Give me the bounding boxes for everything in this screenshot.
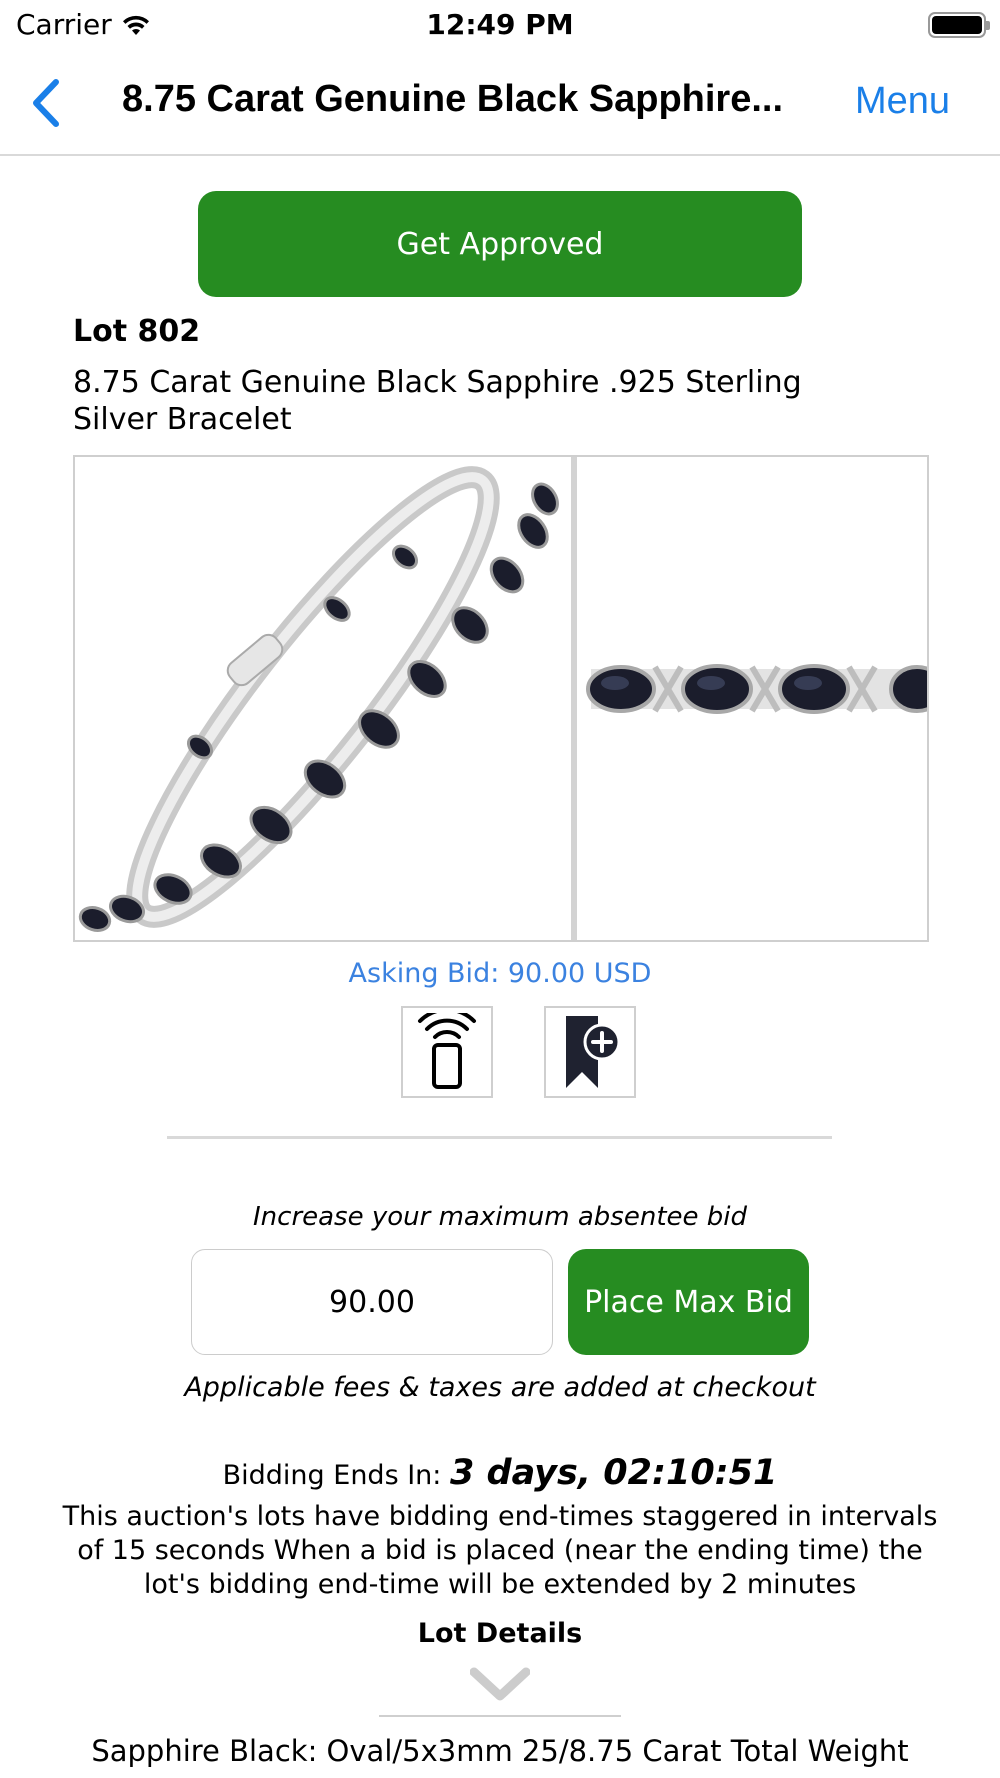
navigation-bar: 8.75 Carat Genuine Black Sapphire... Men… <box>0 52 1000 156</box>
bracelet-closeup-illustration <box>586 664 927 714</box>
lot-number: Lot 802 <box>73 314 201 349</box>
lot-details-text: Sapphire Black: Oval/5x3mm 25/8.75 Carat… <box>91 1734 909 1768</box>
countdown-timer: 3 days, 02:10:51 <box>450 1453 778 1493</box>
divider <box>379 1715 621 1717</box>
menu-button[interactable]: Menu <box>855 80 950 123</box>
back-button[interactable] <box>22 74 72 132</box>
image-gallery <box>73 455 929 942</box>
stagger-note: This auction's lots have bidding end-tim… <box>62 1501 938 1600</box>
fees-note: Applicable fees & taxes are added at che… <box>184 1372 816 1403</box>
remote-bid-button[interactable] <box>401 1006 493 1098</box>
chevron-down-icon <box>469 1667 531 1701</box>
get-approved-button[interactable]: Get Approved <box>198 191 802 297</box>
battery-icon <box>928 12 990 38</box>
asking-bid: Asking Bid: 90.00 USD <box>348 958 652 989</box>
absentee-bid-label: Increase your maximum absentee bid <box>253 1202 747 1232</box>
clock: 12:49 PM <box>426 8 574 41</box>
place-max-bid-button[interactable]: Place Max Bid <box>568 1249 809 1355</box>
bracelet-closeup-photo[interactable] <box>577 457 927 940</box>
page-title: 8.75 Carat Genuine Black Sapphire... <box>122 78 784 120</box>
bracelet-illustration <box>78 466 559 932</box>
status-bar: Carrier 12:49 PM <box>0 0 1000 52</box>
chevron-left-icon <box>33 79 59 127</box>
add-to-watchlist-button[interactable] <box>544 1006 636 1098</box>
add-to-watchlist-icon <box>566 1016 621 1088</box>
max-bid-input[interactable] <box>191 1249 553 1355</box>
bidding-ends: Bidding Ends In: 3 days, 02:10:51 <box>0 1453 1000 1493</box>
remote-bid-icon <box>418 1013 476 1089</box>
battery-fill <box>932 16 982 34</box>
lot-details-toggle[interactable] <box>469 1666 531 1702</box>
lot-details-heading: Lot Details <box>417 1618 583 1649</box>
lot-title: 8.75 Carat Genuine Black Sapphire .925 S… <box>73 365 802 437</box>
divider <box>167 1136 832 1139</box>
bracelet-photo[interactable] <box>75 457 577 940</box>
bidding-ends-label: Bidding Ends In: <box>222 1460 442 1491</box>
